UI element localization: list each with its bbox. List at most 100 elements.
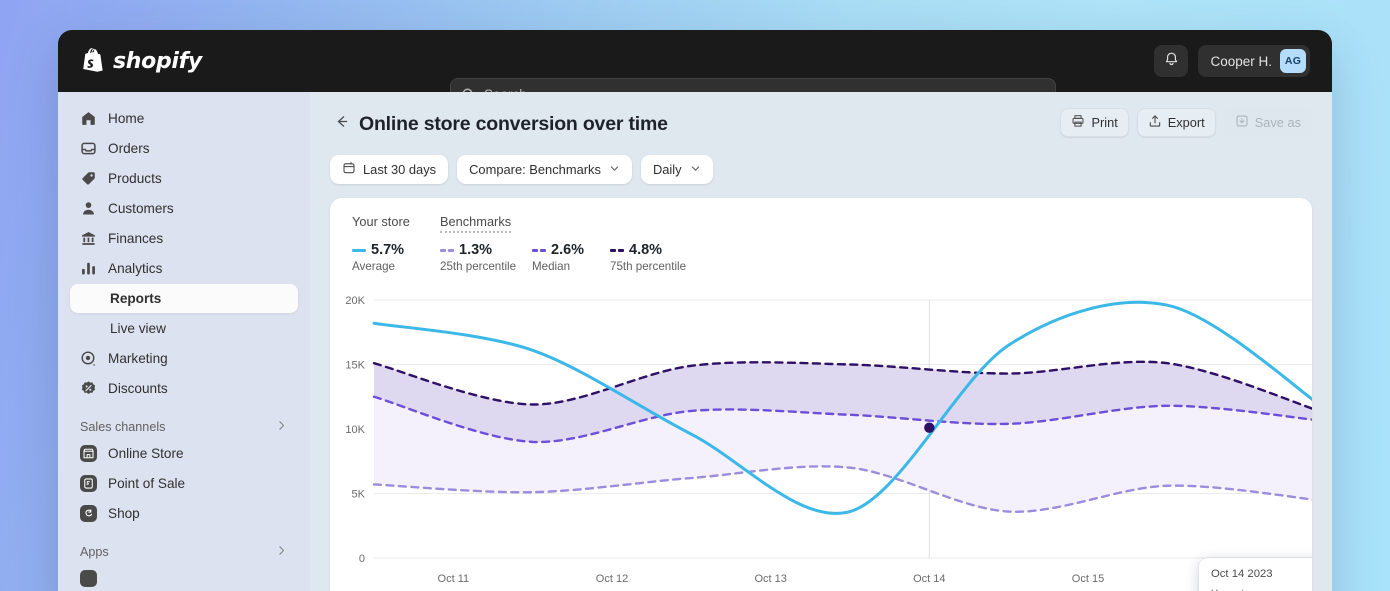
legend-value: 4.8%: [629, 242, 663, 258]
chart-legend: Your store Benchmarks 5.7% Average 1.3% …: [330, 198, 1312, 273]
marketing-target-icon: [80, 350, 97, 367]
sidebar-item-customers[interactable]: Customers: [70, 194, 298, 223]
pos-icon: [80, 475, 97, 492]
sidebar-item-marketing[interactable]: Marketing: [70, 344, 298, 373]
user-name-label: Cooper H.: [1210, 53, 1272, 69]
legend-swatch-dashed-light-purple: [440, 248, 454, 252]
top-bar: shopify Cooper H.: [58, 30, 1332, 110]
print-label: Print: [1091, 115, 1118, 130]
sidebar-item-finances[interactable]: Finances: [70, 224, 298, 253]
legend-sublabel: Median: [532, 260, 571, 273]
compare-label: Compare: Benchmarks: [469, 162, 601, 177]
back-button[interactable]: [330, 113, 352, 135]
sidebar-item-app-partial[interactable]: [70, 564, 298, 591]
sidebar-item-analytics[interactable]: Analytics: [70, 254, 298, 283]
body-split: Home Orders Products Customers Finances …: [58, 92, 1332, 591]
sidebar-item-label: Analytics: [108, 261, 163, 276]
svg-text:Oct 14: Oct 14: [913, 573, 945, 585]
sidebar-item-live-view[interactable]: Live view: [70, 314, 298, 343]
sidebar-section-apps[interactable]: Apps: [70, 544, 298, 560]
page-title: Online store conversion over time: [359, 112, 668, 135]
sidebar-item-online-store[interactable]: Online Store: [70, 439, 298, 468]
sidebar-item-label: Orders: [108, 141, 150, 156]
sidebar-item-label: Reports: [110, 291, 162, 306]
avatar: AG: [1280, 49, 1306, 73]
svg-text:Oct 15: Oct 15: [1072, 573, 1104, 585]
svg-text:Oct 13: Oct 13: [754, 573, 786, 585]
legend-value: 5.7%: [371, 242, 405, 258]
orders-inbox-icon: [80, 140, 97, 157]
home-icon: [80, 110, 97, 127]
main-content: Online store conversion over time Print: [310, 92, 1332, 591]
sidebar-item-home[interactable]: Home: [70, 104, 298, 133]
svg-text:5K: 5K: [352, 489, 366, 501]
user-menu-button[interactable]: Cooper H. AG: [1198, 45, 1310, 77]
svg-text:15K: 15K: [345, 360, 365, 372]
chart-plot-area[interactable]: 0 5K 10K 15K 20K Oct 11 Oct 12 Oct 13 Oct 14 Oct …: [330, 290, 1312, 591]
save-as-button[interactable]: Save as: [1223, 108, 1312, 137]
sidebar-item-products[interactable]: Products: [70, 164, 298, 193]
legend-group-benchmarks[interactable]: Benchmarks: [440, 214, 512, 233]
discount-percent-icon: [80, 380, 97, 397]
sidebar-item-label: Point of Sale: [108, 476, 186, 491]
legend-items: 5.7% Average 1.3% 25th percentile 2.6% M…: [352, 242, 1312, 273]
tooltip-date: Oct 14 2023: [1211, 568, 1273, 580]
calendar-icon: [342, 161, 356, 178]
section-title: Sales channels: [80, 420, 166, 434]
legend-sublabel: 25th percentile: [440, 260, 517, 273]
date-range-filter-button[interactable]: Last 30 days: [330, 155, 449, 184]
chevron-right-icon: [275, 419, 288, 435]
sidebar-item-orders[interactable]: Orders: [70, 134, 298, 163]
compare-filter-button[interactable]: Compare: Benchmarks: [457, 155, 632, 184]
sidebar-item-reports[interactable]: Reports: [70, 284, 298, 313]
print-button[interactable]: Print: [1060, 108, 1129, 137]
date-range-label: Last 30 days: [363, 162, 437, 177]
svg-text:10K: 10K: [345, 424, 365, 436]
export-button[interactable]: Export: [1136, 108, 1216, 137]
sidebar-item-label: Discounts: [108, 381, 168, 396]
granularity-label: Daily: [652, 162, 682, 177]
filter-bar: Last 30 days Compare: Benchmarks Daily: [330, 155, 1312, 184]
shop-icon: [80, 505, 97, 522]
sidebar-section-sales-channels[interactable]: Sales channels: [70, 419, 298, 435]
sidebar-item-discounts[interactable]: Discounts: [70, 374, 298, 403]
save-as-label: Save as: [1254, 115, 1301, 130]
topbar-right-controls: Cooper H. AG: [1154, 30, 1310, 92]
sidebar-item-label: Home: [108, 111, 145, 126]
sidebar-item-label: Marketing: [108, 351, 168, 366]
export-label: Export: [1167, 115, 1205, 130]
customer-person-icon: [80, 200, 97, 217]
finances-bank-icon: [80, 230, 97, 247]
granularity-filter-button[interactable]: Daily: [640, 155, 713, 184]
notification-bell-icon: [1163, 51, 1180, 71]
legend-item-average[interactable]: 5.7% Average: [352, 242, 440, 273]
save-icon: [1235, 114, 1249, 131]
upload-export-icon: [1148, 114, 1162, 131]
svg-text:20K: 20K: [345, 295, 365, 307]
shopify-brand[interactable]: shopify: [80, 47, 202, 75]
page-actions: Print Export Save as: [1060, 108, 1312, 137]
sidebar-item-label: Online Store: [108, 446, 184, 461]
sidebar-item-label: Shop: [108, 506, 140, 521]
section-title: Apps: [80, 545, 109, 559]
legend-item-median[interactable]: 2.6% Median: [532, 242, 610, 273]
chevron-down-icon: [609, 163, 620, 177]
legend-group-titles: Your store Benchmarks: [352, 214, 1312, 233]
sidebar-item-shop[interactable]: Shop: [70, 499, 298, 528]
chevron-right-icon: [275, 544, 288, 560]
storefront-icon: [80, 445, 97, 462]
arrow-left-icon: [333, 113, 350, 135]
legend-item-25th-percentile[interactable]: 1.3% 25th percentile: [440, 242, 532, 273]
sidebar-item-label: Customers: [108, 201, 174, 216]
sidebar-item-label: Live view: [110, 321, 166, 336]
svg-text:Oct 11: Oct 11: [438, 573, 470, 585]
legend-swatch-dashed-dark-purple: [610, 248, 624, 252]
sidebar: Home Orders Products Customers Finances …: [58, 92, 310, 591]
app-window: shopify Cooper H.: [58, 30, 1332, 591]
printer-icon: [1071, 114, 1085, 131]
sidebar-item-point-of-sale[interactable]: Point of Sale: [70, 469, 298, 498]
notification-bell-button[interactable]: [1154, 45, 1189, 77]
shopify-bag-icon: [80, 47, 106, 75]
legend-swatch-dashed-purple: [532, 248, 546, 252]
legend-item-75th-percentile[interactable]: 4.8% 75th percentile: [610, 242, 686, 273]
